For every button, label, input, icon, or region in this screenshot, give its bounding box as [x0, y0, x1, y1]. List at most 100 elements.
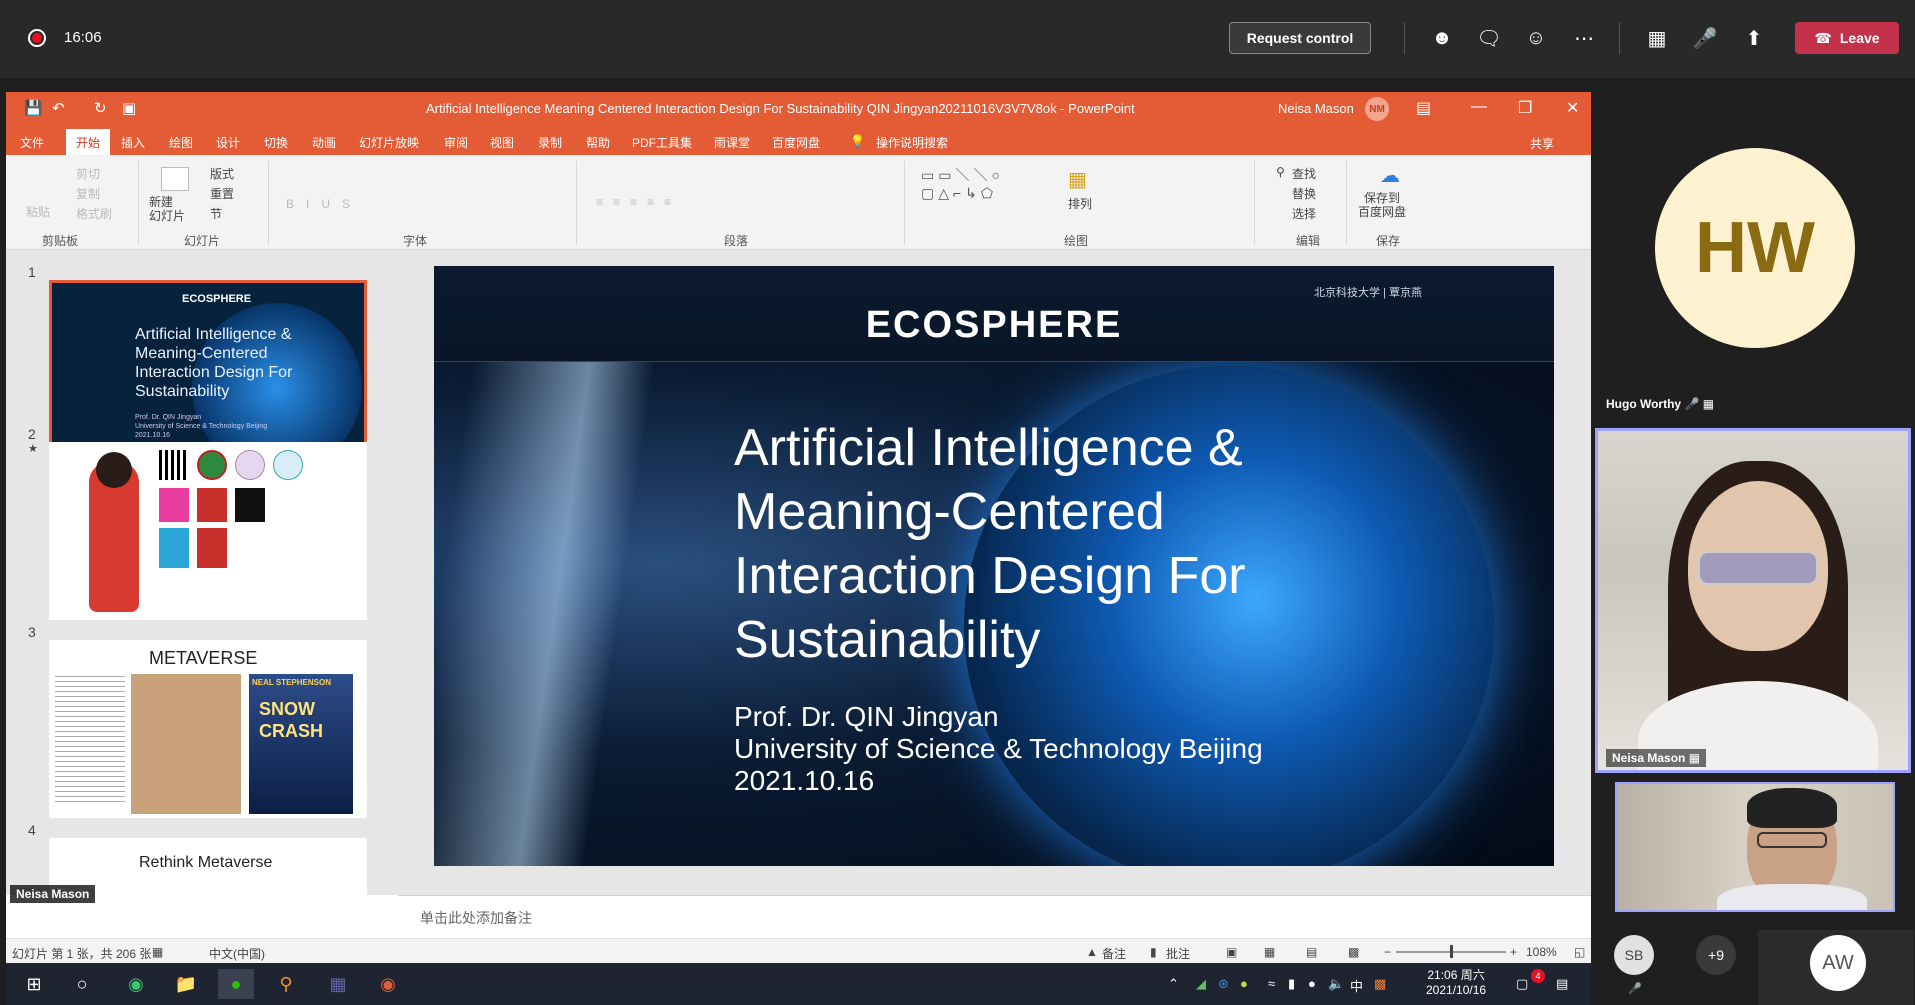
security-icon[interactable]: ◢ — [1196, 976, 1206, 992]
slide-thumbnails-panel[interactable]: 1 ECOSPHERE Artificial Intelligence & Me… — [6, 250, 398, 898]
chat-icon[interactable]: 🗨 — [1475, 24, 1503, 52]
tab-baidu-netdisk[interactable]: 百度网盘 — [772, 134, 820, 151]
arrange-icon[interactable]: ▦ — [1068, 167, 1087, 192]
notifications-icon[interactable]: ▢ — [1516, 976, 1528, 992]
tell-me-search[interactable]: 操作说明搜索 — [876, 134, 948, 151]
slide-thumbnail-2[interactable] — [49, 442, 367, 620]
new-slide-icon[interactable] — [161, 167, 189, 191]
tab-file[interactable]: 文件 — [20, 134, 44, 151]
new-slide-button[interactable]: 新建 幻灯片 — [149, 195, 185, 223]
notes-placeholder[interactable]: 单击此处添加备注 — [420, 908, 532, 928]
action-center-icon[interactable]: ▤ — [1556, 976, 1568, 992]
share-button[interactable]: 共享 — [1530, 135, 1554, 152]
tab-draw[interactable]: 绘图 — [169, 134, 193, 151]
more-participants-button[interactable]: +9 — [1696, 935, 1736, 975]
notes-pane[interactable]: 单击此处添加备注 — [398, 895, 1591, 938]
find-button[interactable]: 查找 — [1292, 165, 1316, 182]
layout-button[interactable]: 版式 — [210, 165, 234, 182]
wechat-tray-icon[interactable]: ● — [1308, 976, 1316, 991]
ribbon-display-icon[interactable]: ▤ — [1416, 98, 1431, 118]
copy-button[interactable]: 复制 — [76, 185, 100, 202]
avatar[interactable]: SB — [1614, 935, 1654, 975]
baidu-cloud-icon[interactable]: ☁ — [1380, 163, 1400, 188]
reset-button[interactable]: 重置 — [210, 185, 234, 202]
tab-transitions[interactable]: 切换 — [264, 134, 288, 151]
shapes-gallery[interactable]: ▭▭＼＼○ — [921, 165, 1004, 185]
section-button[interactable]: 节 — [210, 205, 222, 222]
redo-icon[interactable]: ↻ — [94, 99, 107, 117]
tab-slideshow[interactable]: 幻灯片放映 — [359, 134, 419, 151]
tab-review[interactable]: 审阅 — [444, 134, 468, 151]
replace-button[interactable]: 替换 — [1292, 185, 1316, 202]
camera-off-icon[interactable]: ▦ — [1643, 24, 1671, 52]
avatar[interactable]: HW — [1655, 148, 1855, 348]
windows-start-icon[interactable]: ⊞ — [16, 969, 52, 999]
mic-off-icon[interactable]: 🎤 — [1691, 24, 1719, 52]
leave-button[interactable]: ☎ Leave — [1795, 22, 1899, 54]
browser-icon[interactable]: ◉ — [118, 969, 154, 999]
restore-icon[interactable]: ❐ — [1518, 98, 1532, 118]
search-tool-icon[interactable]: ⚲ — [268, 969, 304, 999]
tray-expand-icon[interactable]: ⌃ — [1168, 976, 1179, 992]
reactions-icon[interactable]: ☺ — [1522, 24, 1550, 52]
share-icon[interactable]: ⬆ — [1740, 24, 1768, 52]
paste-button[interactable]: 粘贴 — [26, 203, 50, 220]
ime-indicator[interactable]: 中 — [1350, 976, 1363, 995]
shapes-gallery-row2[interactable]: ▢△⌐↳⬠ — [921, 185, 997, 202]
minimize-icon[interactable]: — — [1471, 98, 1487, 116]
system-clock[interactable]: 21:06 周六 2021/10/16 — [1426, 968, 1486, 998]
comments-button[interactable]: 批注 — [1166, 945, 1190, 962]
search-icon[interactable]: ○ — [64, 969, 100, 999]
tab-insert[interactable]: 插入 — [121, 134, 145, 151]
language-status[interactable]: 中文(中国) — [209, 945, 265, 962]
tab-design[interactable]: 设计 — [216, 134, 240, 151]
format-painter-button[interactable]: 格式刷 — [76, 205, 112, 222]
arrange-button[interactable]: 排列 — [1068, 195, 1092, 212]
participant-video-neisa[interactable]: Neisa Mason ▦ — [1595, 428, 1911, 773]
slide-thumbnail-4[interactable]: Rethink Metaverse — [49, 838, 367, 898]
powerpoint-icon[interactable]: ◉ — [370, 969, 406, 999]
volume-icon[interactable]: 🔈 — [1328, 976, 1344, 992]
current-slide[interactable]: 北京科技大学 | 覃京燕 ECOSPHERE Artificial Intell… — [434, 266, 1554, 866]
save-to-baidu-button[interactable]: 保存到 百度网盘 — [1358, 191, 1406, 219]
slideshow-view-icon[interactable]: ▩ — [1348, 945, 1359, 959]
app-tray-icon[interactable]: ● — [1240, 976, 1248, 991]
request-control-button[interactable]: Request control — [1229, 22, 1371, 54]
teams-icon[interactable]: ▦ — [320, 969, 356, 999]
select-button[interactable]: 选择 — [1292, 205, 1316, 222]
avatar[interactable]: AW — [1810, 935, 1866, 991]
fit-to-window-icon[interactable]: ◱ — [1574, 945, 1585, 959]
zoom-in-icon[interactable]: + — [1510, 945, 1517, 959]
sogou-icon[interactable]: ▩ — [1374, 976, 1386, 992]
sorter-view-icon[interactable]: ▦ — [1264, 945, 1275, 959]
close-icon[interactable]: ✕ — [1566, 98, 1579, 118]
paragraph-align-buttons[interactable]: ≡≡≡≡≡ — [596, 195, 681, 209]
font-format-buttons[interactable]: BIUS — [286, 197, 362, 211]
reading-view-icon[interactable]: ▤ — [1306, 945, 1317, 959]
tab-help[interactable]: 帮助 — [586, 134, 610, 151]
battery-icon[interactable]: ▮ — [1288, 976, 1295, 992]
normal-view-icon[interactable]: ▣ — [1226, 945, 1237, 959]
tab-home[interactable]: 开始 — [66, 129, 111, 155]
save-icon[interactable]: 💾 — [24, 99, 43, 117]
file-explorer-icon[interactable]: 📁 — [168, 969, 204, 999]
undo-icon[interactable]: ↶ — [52, 99, 65, 117]
network-icon[interactable]: ≈ — [1268, 976, 1275, 991]
more-icon[interactable]: ⋯ — [1570, 24, 1598, 52]
tab-rain-classroom[interactable]: 雨课堂 — [714, 134, 750, 151]
ppt-user-name[interactable]: Neisa Mason — [1278, 101, 1354, 116]
zoom-slider-handle[interactable] — [1450, 945, 1453, 958]
slide-thumbnail-3[interactable]: METAVERSE NEAL STEPHENSON SNOW CRASH — [49, 640, 367, 818]
tab-record[interactable]: 录制 — [538, 134, 562, 151]
slide-thumbnail-1[interactable]: ECOSPHERE Artificial Intelligence & Mean… — [49, 280, 367, 458]
zoom-level[interactable]: 108% — [1526, 945, 1557, 959]
cut-button[interactable]: 剪切 — [76, 165, 100, 182]
tab-pdf-tools[interactable]: PDF工具集 — [632, 134, 692, 151]
avatar[interactable]: NM — [1365, 97, 1389, 121]
wechat-icon[interactable]: ● — [218, 969, 254, 999]
participant-video-2[interactable] — [1615, 782, 1895, 912]
zoom-out-icon[interactable]: − — [1384, 945, 1391, 959]
present-icon[interactable]: ▣ — [122, 99, 136, 117]
accessibility-icon[interactable]: ▦ — [152, 945, 163, 959]
bluetooth-icon[interactable]: ⊛ — [1218, 976, 1229, 992]
